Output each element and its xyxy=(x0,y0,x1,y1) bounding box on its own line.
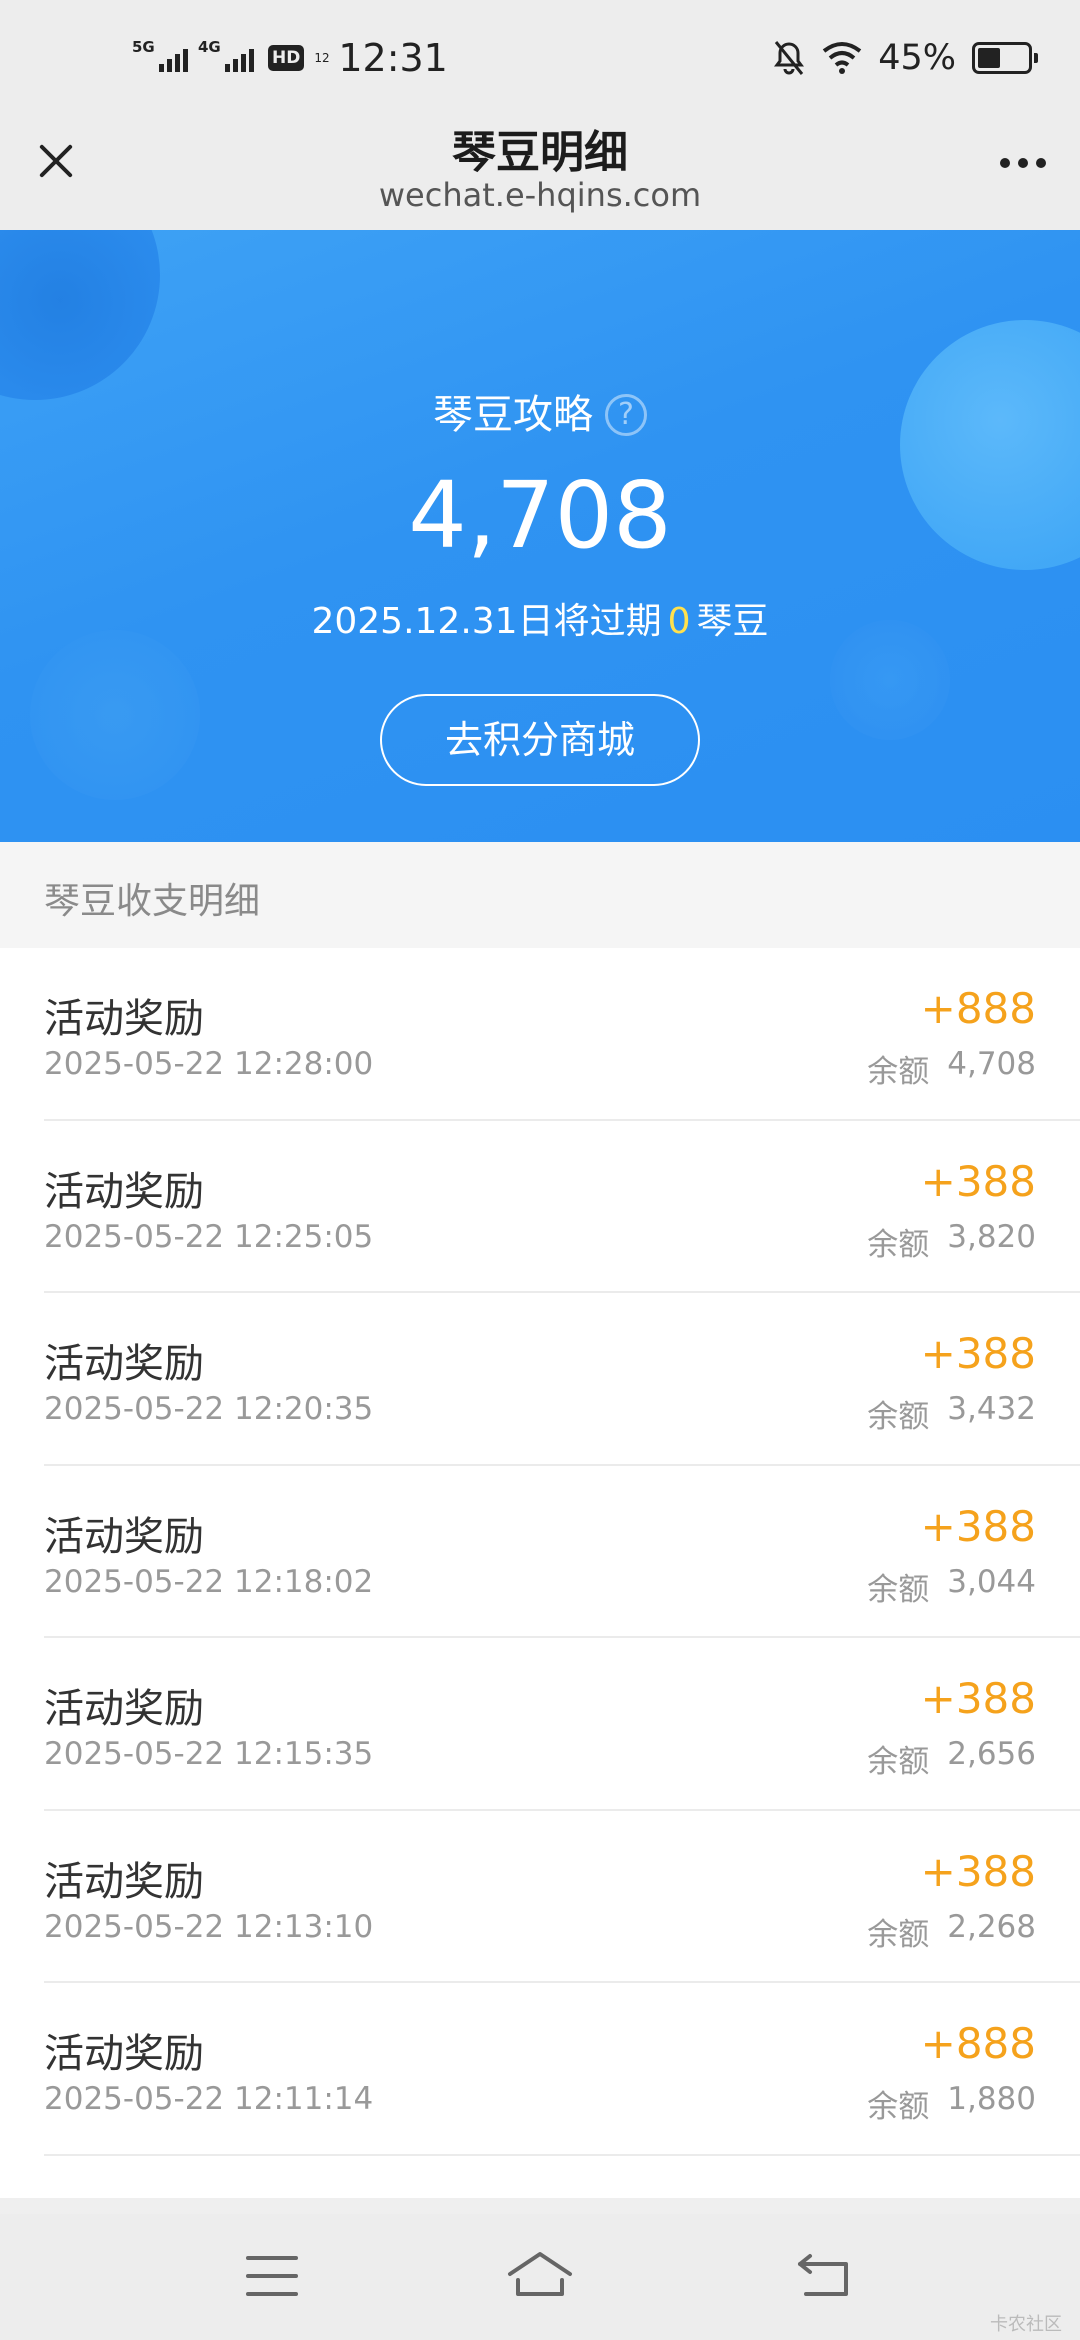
decor-bubble xyxy=(30,630,200,800)
balance-value: 1,880 xyxy=(947,2081,1036,2117)
signal-5g-icon: 5G xyxy=(132,38,188,78)
signal-4g-icon: 4G xyxy=(198,38,254,78)
battery-icon xyxy=(972,42,1038,74)
list-item[interactable]: 活动奖励 2025-05-22 12:15:35 +388 余额 2,656 xyxy=(0,1638,1080,1811)
more-icon[interactable] xyxy=(1000,158,1046,168)
item-amount: +388 xyxy=(920,1329,1036,1378)
transaction-list: 活动奖励 2025-05-22 12:28:00 +888 余额 4,708 活动… xyxy=(0,948,1080,2198)
item-balance: 余额 2,268 xyxy=(867,1909,1036,1954)
signal-5g-label: 5G xyxy=(132,38,155,56)
balance-value: 2,656 xyxy=(947,1736,1036,1772)
balance-value: 3,044 xyxy=(947,1563,1036,1600)
status-right: 45% xyxy=(772,38,1038,78)
hd-voice-sub: 12 xyxy=(314,51,330,65)
home-icon[interactable] xyxy=(506,2250,574,2300)
balance-label: 余额 xyxy=(867,1399,930,1435)
system-nav-bar xyxy=(0,2214,1080,2340)
status-left: 5G 4G HD 12 12:31 xyxy=(132,36,448,80)
balance-value: 3,432 xyxy=(947,1391,1036,1427)
item-amount: +388 xyxy=(920,1846,1036,1896)
item-balance: 余额 2,656 xyxy=(867,1736,1036,1781)
balance-label: 余额 xyxy=(867,1571,930,1608)
page-title: 琴豆明细 xyxy=(452,127,628,178)
hero-banner: 琴豆攻略? 4,708 2025.12.31日将过期 0 琴豆 去积分商城 xyxy=(0,230,1080,842)
balance-label: 余额 xyxy=(867,1054,930,1090)
item-amount: +388 xyxy=(920,1501,1036,1551)
list-item[interactable]: 活动奖励 2025-05-22 12:11:14 +888 余额 1,880 xyxy=(0,1983,1080,2156)
list-item[interactable]: 活动奖励 2025-05-22 12:25:05 +388 余额 3,820 xyxy=(0,1121,1080,1294)
item-title: 活动奖励 xyxy=(44,2031,204,2077)
balance-label: 余额 xyxy=(867,1226,930,1263)
item-time: 2025-05-22 12:15:35 xyxy=(44,1736,374,1772)
item-amount: +888 xyxy=(920,2019,1036,2068)
item-time: 2025-05-22 12:13:10 xyxy=(44,1908,374,1945)
item-amount: +888 xyxy=(920,984,1036,1033)
nav-bar: 琴豆明细 wechat.e-hqins.com xyxy=(0,110,1080,230)
item-amount: +388 xyxy=(920,1674,1036,1723)
balance-value: 3,820 xyxy=(947,1218,1036,1255)
list-item[interactable]: 活动奖励 2025-05-22 12:13:10 +388 余额 2,268 xyxy=(0,1811,1080,1984)
section-header: 琴豆收支明细 xyxy=(0,842,1080,948)
item-time: 2025-05-22 12:11:14 xyxy=(44,2081,374,2117)
battery-percent: 45% xyxy=(878,38,956,78)
list-item[interactable]: 活动奖励 2025-05-22 12:20:35 +388 余额 3,432 xyxy=(0,1293,1080,1466)
page: 5G 4G HD 12 12:31 45% 琴豆明细 wechat.e-hqin… xyxy=(0,0,1080,2340)
item-balance: 余额 3,820 xyxy=(867,1219,1036,1264)
expire-count: 0 xyxy=(667,601,691,642)
page-url: wechat.e-hqins.com xyxy=(378,176,702,214)
item-time: 2025-05-22 12:20:35 xyxy=(44,1391,374,1427)
guide-link[interactable]: 琴豆攻略? xyxy=(0,382,1080,440)
status-bar: 5G 4G HD 12 12:31 45% xyxy=(0,0,1080,110)
item-time: 2025-05-22 12:18:02 xyxy=(44,1563,374,1600)
item-title: 活动奖励 xyxy=(44,1686,204,1732)
status-time: 12:31 xyxy=(338,36,448,80)
points-balance: 4,708 xyxy=(408,462,672,569)
balance-value: 4,708 xyxy=(947,1046,1036,1082)
item-title: 活动奖励 xyxy=(44,996,204,1042)
list-item[interactable]: 活动奖励 2025-05-22 12:28:00 +888 余额 4,708 xyxy=(0,948,1080,1121)
balance-label: 余额 xyxy=(867,2089,930,2125)
item-title: 活动奖励 xyxy=(44,1858,204,1905)
go-to-mall-button[interactable]: 去积分商城 xyxy=(380,694,700,786)
notifications-off-icon xyxy=(774,41,805,75)
menu-icon[interactable] xyxy=(246,2256,298,2296)
balance-value: 2,268 xyxy=(947,1908,1036,1945)
item-balance: 余额 4,708 xyxy=(867,1046,1036,1091)
hd-voice-icon: HD xyxy=(268,45,305,71)
battery-level xyxy=(978,48,1000,68)
item-balance: 余额 3,044 xyxy=(867,1564,1036,1609)
item-title: 活动奖励 xyxy=(44,1341,204,1387)
list-item[interactable]: 活动奖励 2025-05-22 12:18:02 +388 余额 3,044 xyxy=(0,1466,1080,1639)
decor-bubble xyxy=(0,230,160,400)
expire-notice: 2025.12.31日将过期 0 琴豆 xyxy=(0,592,1080,644)
balance-label: 余额 xyxy=(867,1744,930,1780)
item-balance: 余额 3,432 xyxy=(867,1391,1036,1436)
watermark: 卡农社区 xyxy=(990,2314,1062,2335)
item-balance: 余额 1,880 xyxy=(867,2081,1036,2126)
item-time: 2025-05-22 12:28:00 xyxy=(44,1046,374,1082)
signal-4g-label: 4G xyxy=(198,38,221,56)
item-title: 活动奖励 xyxy=(44,1168,204,1215)
expire-prefix: 2025.12.31日将过期 xyxy=(311,601,662,642)
balance-label: 余额 xyxy=(867,1916,930,1953)
back-icon[interactable] xyxy=(796,2250,852,2300)
guide-title: 琴豆攻略 xyxy=(433,392,593,438)
section-title: 琴豆收支明细 xyxy=(44,881,261,922)
item-time: 2025-05-22 12:25:05 xyxy=(44,1218,374,1255)
wifi-icon xyxy=(822,42,862,74)
expire-suffix: 琴豆 xyxy=(696,601,769,642)
help-icon[interactable]: ? xyxy=(605,394,647,436)
item-amount: +388 xyxy=(920,1156,1036,1206)
item-title: 活动奖励 xyxy=(44,1513,204,1560)
